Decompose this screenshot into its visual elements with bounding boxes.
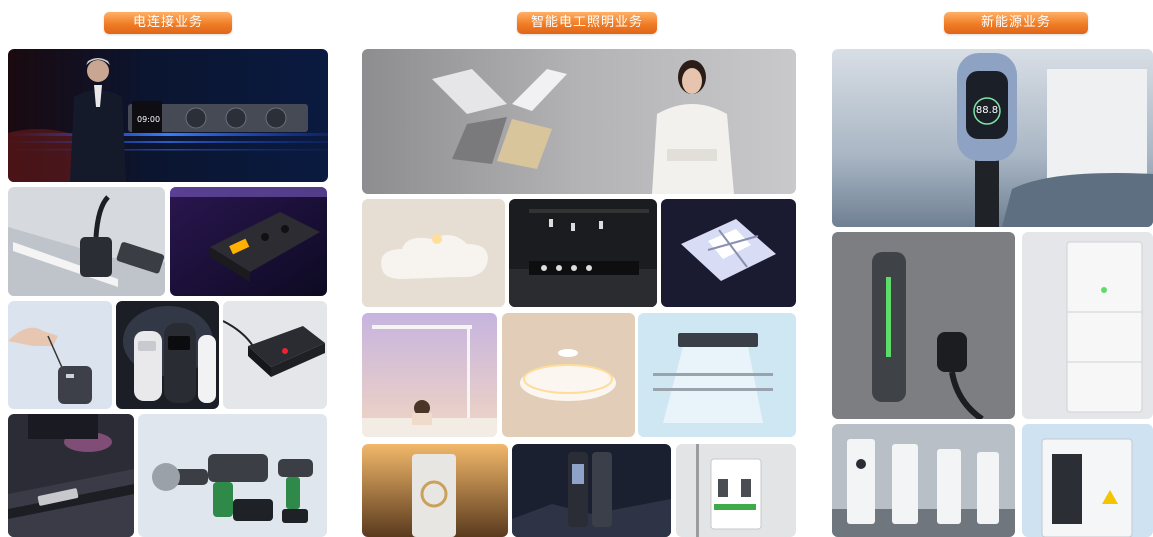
charging-stations-row-graphic: [832, 424, 1015, 537]
power-track-scene-graphic: 09:00: [8, 49, 328, 182]
charger-power-strip-image[interactable]: [8, 187, 165, 296]
power-tools-image[interactable]: [138, 414, 327, 537]
round-ceiling-light-graphic: [502, 313, 635, 437]
ceiling-light-cloud-image[interactable]: [362, 199, 505, 307]
wall-charger-image[interactable]: [832, 232, 1015, 419]
section-title-smart-electrical-lighting: 智能电工照明业务: [517, 12, 657, 34]
socket-tower-graphic: [116, 301, 219, 409]
wall-switch-panels-scene-graphic: [362, 49, 796, 194]
power-track-clock-text: 09:00: [137, 115, 160, 124]
ev-charger-scene-graphic: 88.8: [832, 49, 1153, 227]
desk-lamp-image[interactable]: [362, 313, 497, 437]
electrical-connection-hero-image[interactable]: 09:00: [8, 49, 328, 182]
home-energy-storage-image[interactable]: [1022, 232, 1153, 419]
commercial-chargers-image[interactable]: [832, 424, 1015, 537]
section-title-electrical-connection: 电连接业务: [104, 12, 232, 34]
smart-safe-image[interactable]: [362, 444, 508, 537]
desktop-power-strip-image[interactable]: [223, 301, 327, 409]
golden-smart-safe-graphic: [362, 444, 508, 537]
smart-door-lock-image[interactable]: [512, 444, 671, 537]
circuit-breaker-graphic: [676, 444, 796, 537]
smart-socket-tower-image[interactable]: [116, 301, 219, 409]
charger-on-power-strip-graphic: [8, 187, 165, 296]
smart-lighting-hero-image[interactable]: [362, 49, 796, 194]
outdoor-cabinet-graphic: [1022, 424, 1153, 537]
track-lighting-image[interactable]: [509, 199, 657, 307]
ev-charger-display-text: 88.8: [976, 105, 998, 116]
panel-light-image[interactable]: [661, 199, 796, 307]
section-title-new-energy: 新能源业务: [944, 12, 1088, 34]
smart-power-strip-graphic: [170, 187, 327, 296]
smart-power-strip-image[interactable]: [170, 187, 327, 296]
track-spotlights-graphic: [509, 199, 657, 307]
wall-mounted-charger-graphic: [832, 232, 1015, 419]
outdoor-storage-cabinet-image[interactable]: [1022, 424, 1153, 537]
circuit-breaker-image[interactable]: [676, 444, 796, 537]
ev-charger-hero-image[interactable]: 88.8: [832, 49, 1153, 227]
floor-lamp-study-graphic: [362, 313, 497, 437]
cloud-ceiling-light-graphic: [362, 199, 505, 307]
four-panel-light-graphic: [661, 199, 796, 307]
ceiling-light-round-image[interactable]: [502, 313, 635, 437]
portable-charger-image[interactable]: [8, 301, 112, 409]
ceiling-heater-airflow-graphic: [638, 313, 796, 437]
desk-track-graphic: [8, 414, 134, 537]
power-tools-graphic: [138, 414, 327, 537]
smart-lock-graphic: [512, 444, 671, 537]
hand-holding-powerbank-graphic: [8, 301, 112, 409]
black-power-strip-graphic: [223, 301, 327, 409]
desk-power-track-image[interactable]: [8, 414, 134, 537]
bathroom-heater-image[interactable]: [638, 313, 796, 437]
energy-storage-cabinet-graphic: [1022, 232, 1153, 419]
